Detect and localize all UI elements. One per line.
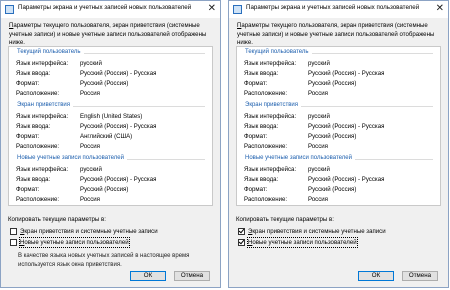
section-title: Новые учетные записи пользователей xyxy=(17,155,127,161)
section-current-user: Текущий пользователь xyxy=(237,49,440,59)
row-format: Формат: Русский (Россия) xyxy=(16,186,129,193)
close-icon[interactable]: ✕ xyxy=(208,2,216,16)
row-input-language: Язык ввода: Русский (Россия) - Русская xyxy=(244,70,385,77)
row-location: Расположение: Россия xyxy=(244,143,328,150)
checkbox-box[interactable] xyxy=(10,228,17,235)
row-input-language: Язык ввода: Русский (Россия) - Русская xyxy=(16,70,157,77)
row-location: Расположение: Россия xyxy=(16,196,100,203)
row-display-language: Язык интерфейса: русский xyxy=(16,60,102,67)
new-accounts-note: В качестве языка новых учетных записей в… xyxy=(18,253,190,268)
window-title: Параметры экрана и учетных записей новых… xyxy=(18,4,192,11)
row-display-language: Язык интерфейса: русский xyxy=(244,60,330,67)
settings-panel: Текущий пользователь Язык интерфейса: рус… xyxy=(8,46,213,206)
section-title: Текущий пользователь xyxy=(17,49,84,55)
checkbox-box-checked[interactable] xyxy=(238,239,245,246)
section-new-user-accounts: Новые учетные записи пользователей xyxy=(9,155,212,165)
section-title: Экран приветствия xyxy=(17,102,74,108)
copy-settings-label: Копировать текущие параметры в: xyxy=(8,216,106,223)
region-settings-dialog-left: Параметры экрана и учетных записей новых… xyxy=(0,0,221,288)
title-bar: Параметры экрана и учетных записей новых… xyxy=(1,1,220,18)
section-welcome-screen: Экран приветствия xyxy=(237,102,440,112)
ok-button[interactable]: ОК xyxy=(358,271,394,281)
row-format: Формат: Английский (США) xyxy=(16,133,133,140)
row-format: Формат: Русский (Россия) xyxy=(244,80,357,87)
row-display-language: Язык интерфейса: русский xyxy=(244,113,330,120)
section-title: Новые учетные записи пользователей xyxy=(245,155,355,161)
row-format: Формат: Русский (Россия) xyxy=(244,133,357,140)
section-title: Текущий пользователь xyxy=(245,49,312,55)
row-display-language: Язык интерфейса: русский xyxy=(244,166,330,173)
section-current-user: Текущий пользователь xyxy=(9,49,212,59)
row-input-language: Язык ввода: Русский (Россия) - Русская xyxy=(16,123,157,130)
row-input-language: Язык ввода: Русский (Россия) - Русская xyxy=(16,176,157,183)
copy-settings-label: Копировать текущие параметры в: xyxy=(236,216,334,223)
title-bar: Параметры экрана и учетных записей новых… xyxy=(229,1,448,18)
row-input-language: Язык ввода: Русский (Россия) - Русская xyxy=(244,176,385,183)
intro-text: Параметры текущего пользователя, экран п… xyxy=(9,22,207,46)
row-location: Расположение: Россия xyxy=(16,90,100,97)
settings-panel: Текущий пользователь Язык интерфейса: рус… xyxy=(236,46,441,206)
row-location: Расположение: Россия xyxy=(244,90,328,97)
close-icon[interactable]: ✕ xyxy=(436,2,444,16)
row-format: Формат: Русский (Россия) xyxy=(16,80,129,87)
row-format: Формат: Русский (Россия) xyxy=(244,186,357,193)
row-display-language: Язык интерфейса: русский xyxy=(16,166,102,173)
cancel-button[interactable]: Отмена xyxy=(402,271,438,281)
region-settings-dialog-right: Параметры экрана и учетных записей новых… xyxy=(228,0,449,288)
row-input-language: Язык ввода: Русский (Россия) - Русская xyxy=(244,123,385,130)
cancel-button[interactable]: Отмена xyxy=(174,271,210,281)
window-title: Параметры экрана и учетных записей новых… xyxy=(246,4,420,11)
checkbox-box-checked[interactable] xyxy=(238,228,245,235)
section-new-user-accounts: Новые учетные записи пользователей xyxy=(237,155,440,165)
section-welcome-screen: Экран приветствия xyxy=(9,102,212,112)
window-app-icon xyxy=(5,5,14,14)
section-title: Экран приветствия xyxy=(245,102,302,108)
row-location: Расположение: Россия xyxy=(244,196,328,203)
ok-button[interactable]: ОК xyxy=(130,271,166,281)
window-app-icon xyxy=(233,5,242,14)
checkbox-box[interactable] xyxy=(10,239,17,246)
row-location: Расположение: Россия xyxy=(16,143,100,150)
intro-text: Параметры текущего пользователя, экран п… xyxy=(237,22,435,46)
row-display-language: Язык интерфейса: English (United States) xyxy=(16,113,143,120)
